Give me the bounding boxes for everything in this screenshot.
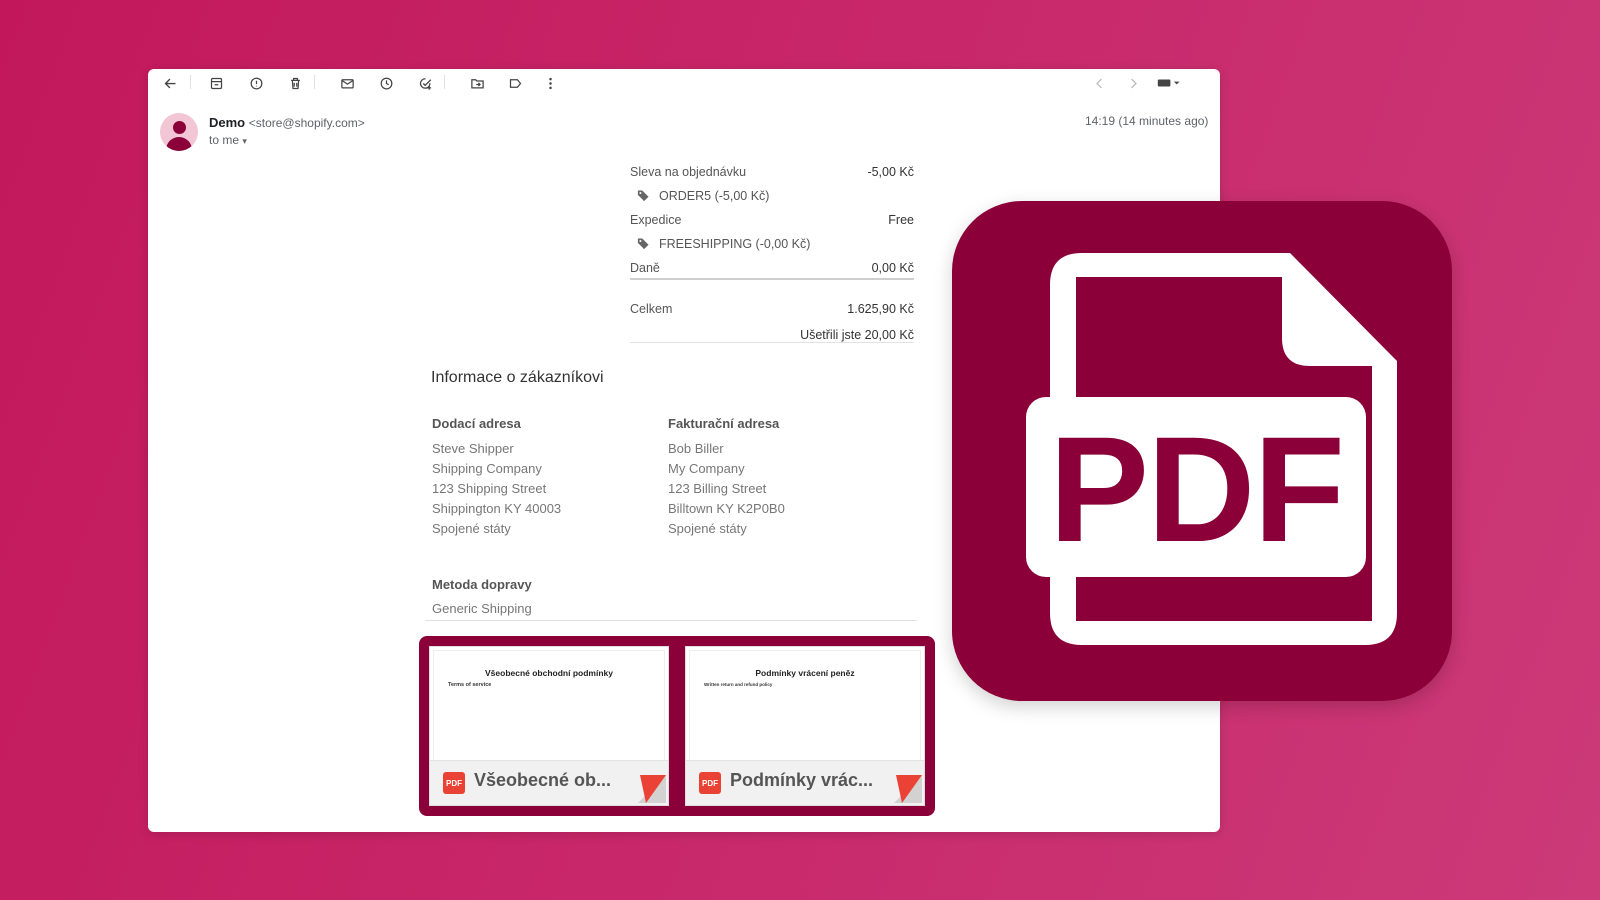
shipping-address-line: Spojené státy <box>432 521 511 536</box>
total-row: Celkem 1.625,90 Kč <box>630 302 914 318</box>
email-toolbar <box>148 69 1220 95</box>
back-arrow-icon[interactable] <box>160 73 180 93</box>
recipients-label: to me <box>209 133 240 147</box>
billing-address-line: Bob Biller <box>668 441 724 456</box>
prev-icon[interactable] <box>1089 73 1109 93</box>
shipping-code: FREESHIPPING (-0,00 Kč) <box>659 236 811 251</box>
tag-icon <box>637 238 649 250</box>
avatar-head <box>173 121 186 134</box>
pdf-file-icon: PDF <box>699 772 721 794</box>
discount-row: Sleva na objednávku -5,00 Kč <box>630 165 914 181</box>
total-label: Celkem <box>630 302 673 316</box>
toolbar-divider <box>190 75 191 89</box>
next-icon[interactable] <box>1123 73 1143 93</box>
attachment-card[interactable]: Všeobecné obchodní podmínky Terms of ser… <box>429 646 669 806</box>
archive-icon[interactable] <box>206 73 226 93</box>
shipping-address-heading: Dodací adresa <box>432 416 521 431</box>
sender-name: Demo <store@shopify.com> <box>209 115 365 130</box>
shipping-address-line: 123 Shipping Street <box>432 481 547 496</box>
attachment-preview-title: Všeobecné obchodní podmínky <box>485 668 613 678</box>
attachment-preview: Podmínky vrácení peněz Written return an… <box>689 650 921 762</box>
recipients-toggle[interactable]: to me ▾ <box>209 133 247 147</box>
discount-value: -5,00 Kč <box>867 165 914 179</box>
page-curl-icon <box>894 775 922 803</box>
attachment-footer: PDF Podmínky vrác... <box>686 760 924 805</box>
summary-divider <box>630 278 914 280</box>
attachment-card[interactable]: Podmínky vrácení peněz Written return an… <box>685 646 925 806</box>
shipping-value: Free <box>888 213 914 227</box>
taxes-value: 0,00 Kč <box>871 261 914 275</box>
mark-unread-icon[interactable] <box>337 73 357 93</box>
billing-address-line: Spojené státy <box>668 521 747 536</box>
report-spam-icon[interactable] <box>246 73 266 93</box>
sender-name-text: Demo <box>209 115 246 130</box>
sender-row: Demo <store@shopify.com> to me ▾ <box>160 113 1208 153</box>
shipping-method-value: Generic Shipping <box>432 601 532 616</box>
shipping-method-heading: Metoda dopravy <box>432 577 532 592</box>
message-timestamp: 14:19 (14 minutes ago) <box>1085 114 1209 128</box>
toolbar-divider <box>314 75 315 89</box>
summary-divider <box>630 342 914 343</box>
shipping-code-row: FREESHIPPING (-0,00 Kč) <box>636 236 810 251</box>
attachments-highlight: Všeobecné obchodní podmínky Terms of ser… <box>419 636 935 816</box>
snooze-icon[interactable] <box>376 73 396 93</box>
add-to-tasks-icon[interactable] <box>415 73 435 93</box>
pdf-label: PDF <box>1026 397 1366 577</box>
billing-address-line: My Company <box>668 461 745 476</box>
sender-email: <store@shopify.com> <box>248 116 365 130</box>
discount-code: ORDER5 (-5,00 Kč) <box>659 188 770 203</box>
chevron-down-icon: ▾ <box>242 136 247 146</box>
avatar[interactable] <box>160 113 198 151</box>
billing-address-line: 123 Billing Street <box>668 481 767 496</box>
savings-text: Ušetřili jste 20,00 Kč <box>800 328 914 342</box>
pdf-file-icon: PDF <box>443 772 465 794</box>
avatar-body <box>166 137 192 151</box>
total-value: 1.625,90 Kč <box>847 302 914 316</box>
more-vert-icon[interactable] <box>540 73 560 93</box>
billing-address-line: Billtown KY K2P0B0 <box>668 501 785 516</box>
shipping-label: Expedice <box>630 213 682 227</box>
label-icon[interactable] <box>505 73 525 93</box>
attachment-preview-subtitle: Terms of service <box>448 682 492 688</box>
page-curl-icon <box>638 775 666 803</box>
move-to-icon[interactable] <box>467 73 487 93</box>
delete-icon[interactable] <box>285 73 305 93</box>
tag-icon <box>637 190 649 202</box>
attachment-preview-title: Podmínky vrácení peněz <box>755 668 855 678</box>
shipping-row: Expedice Free <box>630 213 914 229</box>
keyboard-icon[interactable] <box>1152 73 1186 93</box>
pdf-badge-icon: PDF <box>952 201 1452 701</box>
discount-label: Sleva na objednávku <box>630 165 747 179</box>
attachment-name: Všeobecné ob... <box>474 770 612 790</box>
shipping-address-line: Steve Shipper <box>432 441 514 456</box>
discount-code-row: ORDER5 (-5,00 Kč) <box>636 188 769 203</box>
taxes-row: Daně 0,00 Kč <box>630 261 914 277</box>
attachment-preview-subtitle: Written return and refund policy <box>704 682 773 687</box>
attachment-preview: Všeobecné obchodní podmínky Terms of ser… <box>433 650 665 762</box>
attachment-footer: PDF Všeobecné ob... <box>430 760 668 805</box>
shipping-address-line: Shippington KY 40003 <box>432 501 562 516</box>
shipping-address-line: Shipping Company <box>432 461 542 476</box>
toolbar-divider <box>444 75 445 89</box>
taxes-label: Daně <box>630 261 660 275</box>
pdf-label-text: PDF <box>1049 405 1345 573</box>
content-divider <box>425 620 917 621</box>
customer-info-title: Informace o zákazníkovi <box>431 369 604 386</box>
billing-address-heading: Fakturační adresa <box>668 416 780 431</box>
attachment-name: Podmínky vrác... <box>730 770 874 790</box>
